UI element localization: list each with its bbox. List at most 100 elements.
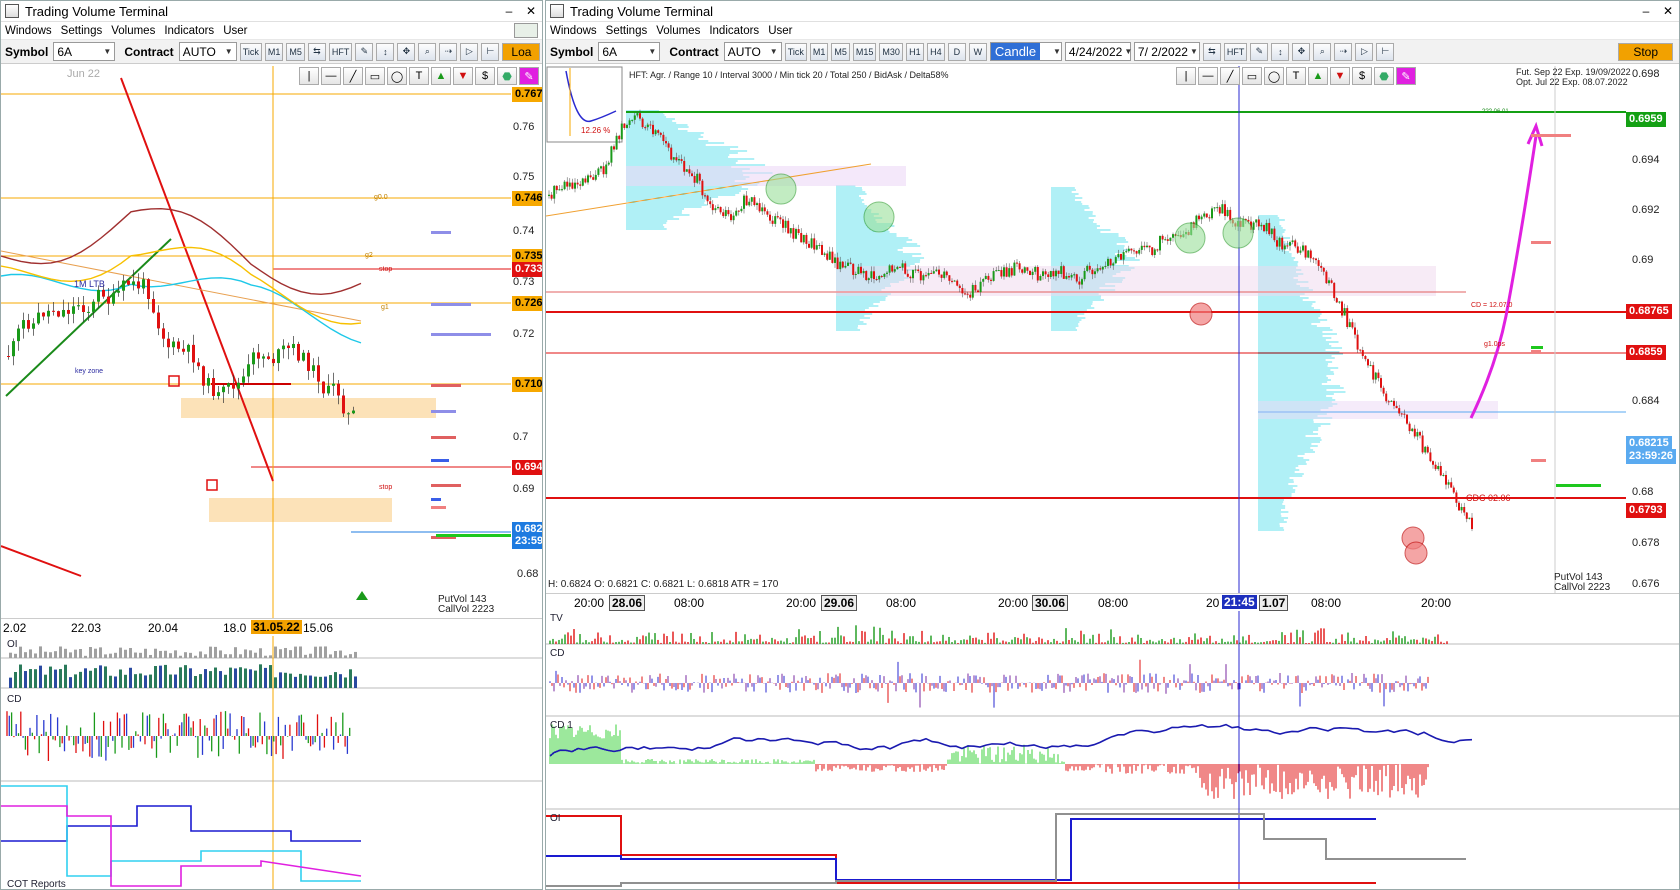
ellipse-icon[interactable]: ◯: [1264, 67, 1284, 85]
minimize-button[interactable]: –: [1635, 4, 1657, 18]
interval-tick-button[interactable]: Tick: [239, 42, 262, 61]
menu-user[interactable]: User: [223, 25, 247, 37]
candle-body: [558, 189, 561, 191]
menu-volumes[interactable]: Volumes: [111, 25, 155, 37]
interval-m15-button[interactable]: M15: [852, 42, 877, 61]
fit-icon[interactable]: ⊢: [481, 42, 500, 61]
move-icon[interactable]: ✥: [397, 42, 416, 61]
trend-line-icon[interactable]: ╱: [1220, 67, 1240, 85]
price-tag: 0.767: [512, 87, 542, 102]
interval-d-button[interactable]: D: [947, 42, 966, 61]
text-icon[interactable]: T: [1286, 67, 1306, 85]
load-button[interactable]: Loa: [502, 42, 541, 61]
date-to-input[interactable]: 7/ 2/2022 ▼: [1133, 42, 1200, 61]
interval-h4-button[interactable]: H4: [926, 42, 945, 61]
zoom-icon[interactable]: ⌕: [1313, 42, 1332, 61]
vertical-scale-icon[interactable]: ↕: [376, 42, 395, 61]
mark-icon[interactable]: ⇢: [1334, 42, 1353, 61]
chart-type-select[interactable]: Candle ▼: [989, 42, 1062, 61]
menu-volumes[interactable]: Volumes: [656, 25, 700, 37]
dollar-icon[interactable]: $: [1352, 67, 1372, 85]
interval-h1-button[interactable]: H1: [905, 42, 924, 61]
contract-select[interactable]: AUTO ▼: [723, 42, 782, 61]
menu-user[interactable]: User: [768, 25, 792, 37]
candle-body: [685, 169, 688, 172]
arrow-up-icon[interactable]: ▲: [431, 67, 451, 85]
candle-body: [327, 385, 330, 394]
app-icon: [5, 4, 19, 18]
refresh-icon[interactable]: [514, 23, 538, 38]
arrow-down-icon[interactable]: ▼: [453, 67, 473, 85]
symbol-input[interactable]: 6A ▼: [598, 42, 661, 61]
interval-m1-button[interactable]: M1: [809, 42, 829, 61]
candle-body: [971, 284, 974, 298]
date-from-input[interactable]: 4/24/2022 ▼: [1064, 42, 1132, 61]
contract-select[interactable]: AUTO ▼: [178, 42, 237, 61]
mark-icon[interactable]: ⇢: [439, 42, 458, 61]
link-icon[interactable]: ⇆: [1202, 42, 1221, 61]
text-icon[interactable]: T: [409, 67, 429, 85]
zoom-icon[interactable]: ⌕: [418, 42, 437, 61]
vertical-line-icon[interactable]: |: [1176, 67, 1196, 85]
draw-icon[interactable]: ✎: [355, 42, 374, 61]
interval-m5-button[interactable]: M5: [286, 42, 305, 61]
candle-body: [1268, 222, 1271, 235]
vertical-scale-icon[interactable]: ↕: [1271, 42, 1290, 61]
close-button[interactable]: ✕: [520, 4, 542, 18]
rectangle-icon[interactable]: ▭: [1242, 67, 1262, 85]
brush-icon[interactable]: ✎: [519, 67, 539, 85]
arrow-up-icon[interactable]: ▲: [1308, 67, 1328, 85]
cursor-icon[interactable]: ▷: [1355, 42, 1374, 61]
move-icon[interactable]: ✥: [1292, 42, 1311, 61]
rectangle-icon[interactable]: ▭: [365, 67, 385, 85]
menu-settings[interactable]: Settings: [61, 25, 103, 37]
link-icon[interactable]: ⇆: [307, 42, 326, 61]
volume-bar: [119, 669, 122, 688]
candle-body: [1408, 423, 1411, 432]
candle-body: [626, 124, 628, 128]
interval-w-button[interactable]: W: [968, 42, 987, 61]
draw-icon[interactable]: ✎: [1250, 42, 1269, 61]
stop-button[interactable]: Stop: [1618, 42, 1673, 61]
menu-indicators[interactable]: Indicators: [164, 25, 214, 37]
menu-indicators[interactable]: Indicators: [709, 25, 759, 37]
horizontal-line-icon[interactable]: —: [321, 67, 341, 85]
candle-body: [566, 181, 569, 187]
fill-icon[interactable]: ⬣: [1374, 67, 1394, 85]
menu-windows[interactable]: Windows: [5, 25, 52, 37]
minimize-button[interactable]: –: [498, 4, 520, 18]
fit-icon[interactable]: ⊢: [1376, 42, 1395, 61]
volume-bar: [89, 670, 92, 688]
hft-button[interactable]: HFT: [328, 42, 353, 61]
candle-body: [277, 349, 280, 364]
interval-m30-button[interactable]: M30: [879, 42, 903, 61]
trend-line-icon[interactable]: ╱: [343, 67, 363, 85]
symbol-input[interactable]: 6A ▼: [53, 42, 116, 61]
left-main-chart[interactable]: | — ╱ ▭ ◯ T ▲ ▼ $ ⬣ ✎ Jun 22 0.76 0.75 0.7…: [1, 66, 542, 618]
candle-body: [1068, 276, 1070, 278]
horizontal-line-icon[interactable]: —: [1198, 67, 1218, 85]
menu-settings[interactable]: Settings: [606, 25, 648, 37]
right-price-chart-canvas: [546, 66, 1626, 593]
right-main-chart[interactable]: 12.26 % HFT: Agr. / Range 10 / Interval …: [546, 66, 1679, 593]
cursor-icon[interactable]: ▷: [460, 42, 479, 61]
candle-body: [678, 159, 680, 161]
candle-body: [167, 338, 170, 348]
ellipse-icon[interactable]: ◯: [387, 67, 407, 85]
fill-icon[interactable]: ⬣: [497, 67, 517, 85]
vertical-line-icon[interactable]: |: [299, 67, 319, 85]
oi-bar: [244, 649, 247, 658]
menu-windows[interactable]: Windows: [550, 25, 597, 37]
arrow-down-icon[interactable]: ▼: [1330, 67, 1350, 85]
close-button[interactable]: ✕: [1657, 4, 1679, 18]
candle-body: [1104, 265, 1107, 267]
brush-icon[interactable]: ✎: [1396, 67, 1416, 85]
candle-body: [292, 343, 295, 349]
interval-m1-button[interactable]: M1: [264, 42, 284, 61]
hft-button[interactable]: HFT: [1223, 42, 1248, 61]
interval-tick-button[interactable]: Tick: [784, 42, 807, 61]
ohlc-readout: H: 0.6824 O: 0.6821 C: 0.6821 L: 0.6818 …: [548, 579, 779, 590]
interval-m5-button[interactable]: M5: [831, 42, 850, 61]
dollar-icon[interactable]: $: [475, 67, 495, 85]
oi-bar: [59, 646, 62, 658]
